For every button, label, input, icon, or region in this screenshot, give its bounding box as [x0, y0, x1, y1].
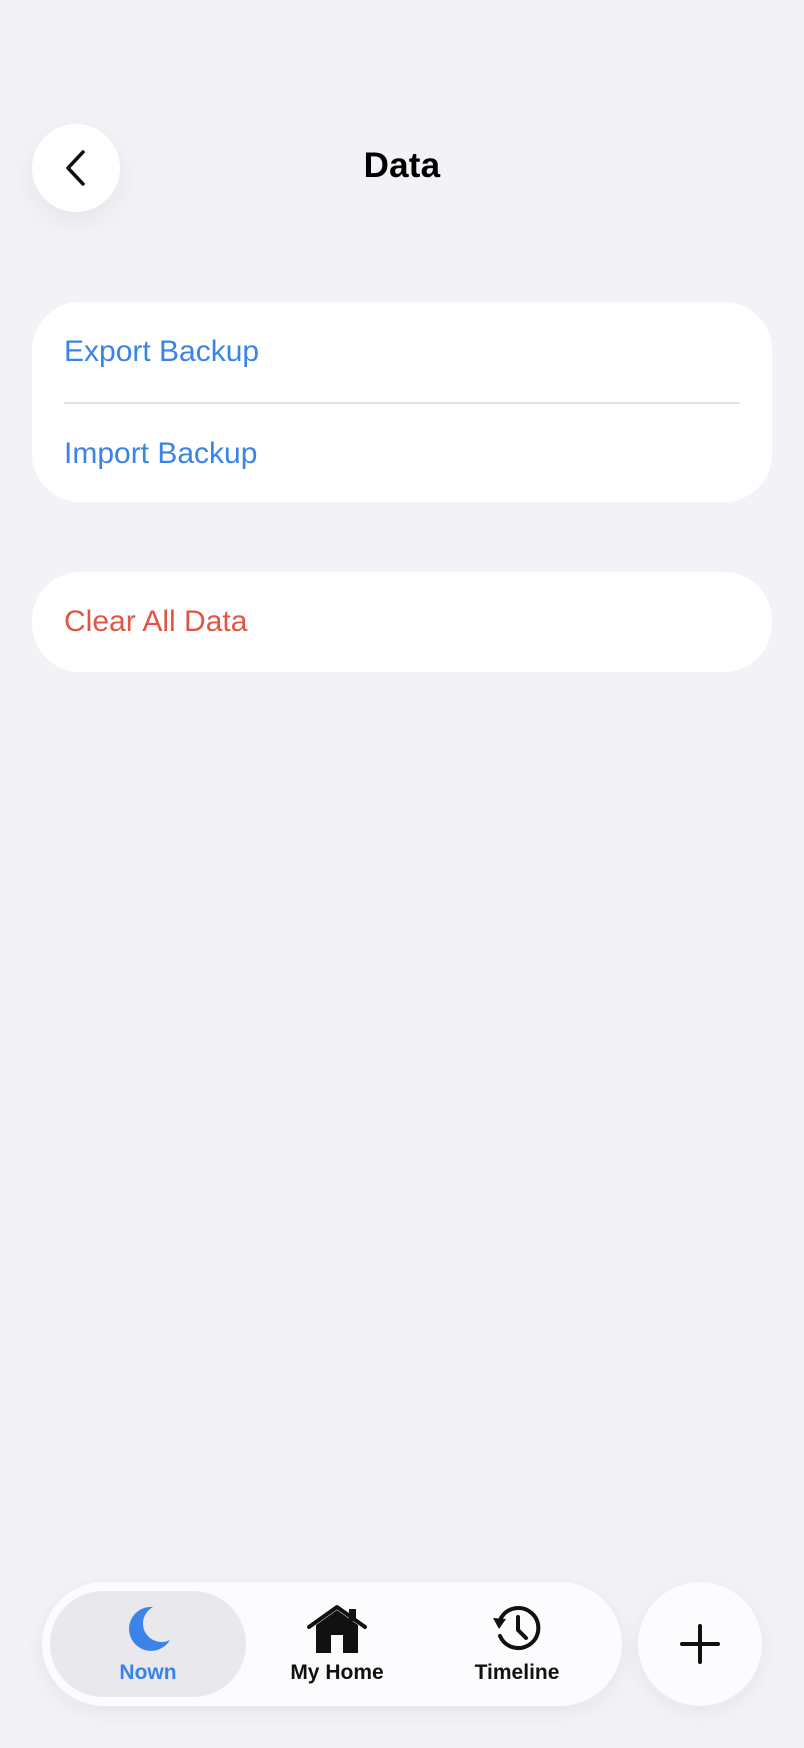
export-backup-button[interactable]: Export Backup: [32, 302, 772, 402]
tab-label-timeline: Timeline: [474, 1661, 560, 1684]
tab-my-home[interactable]: My Home: [262, 1591, 412, 1697]
tab-nown[interactable]: Nown: [50, 1591, 246, 1697]
moon-icon: [122, 1603, 174, 1655]
backup-card: Export Backup Import Backup: [32, 302, 772, 502]
add-button[interactable]: [638, 1582, 762, 1706]
house-icon: [307, 1603, 367, 1655]
history-clock-icon: [490, 1603, 544, 1655]
page-title: Data: [363, 146, 441, 185]
tab-label-nown: Nown: [119, 1661, 177, 1684]
tab-bar: Nown My Home Timeline: [42, 1582, 622, 1706]
danger-card: Clear All Data: [32, 572, 772, 672]
clear-all-data-button[interactable]: Clear All Data: [32, 572, 772, 672]
tab-timeline[interactable]: Timeline: [440, 1591, 594, 1697]
plus-icon: [680, 1624, 720, 1664]
tab-label-my-home: My Home: [290, 1661, 384, 1684]
import-backup-button[interactable]: Import Backup: [32, 404, 772, 504]
